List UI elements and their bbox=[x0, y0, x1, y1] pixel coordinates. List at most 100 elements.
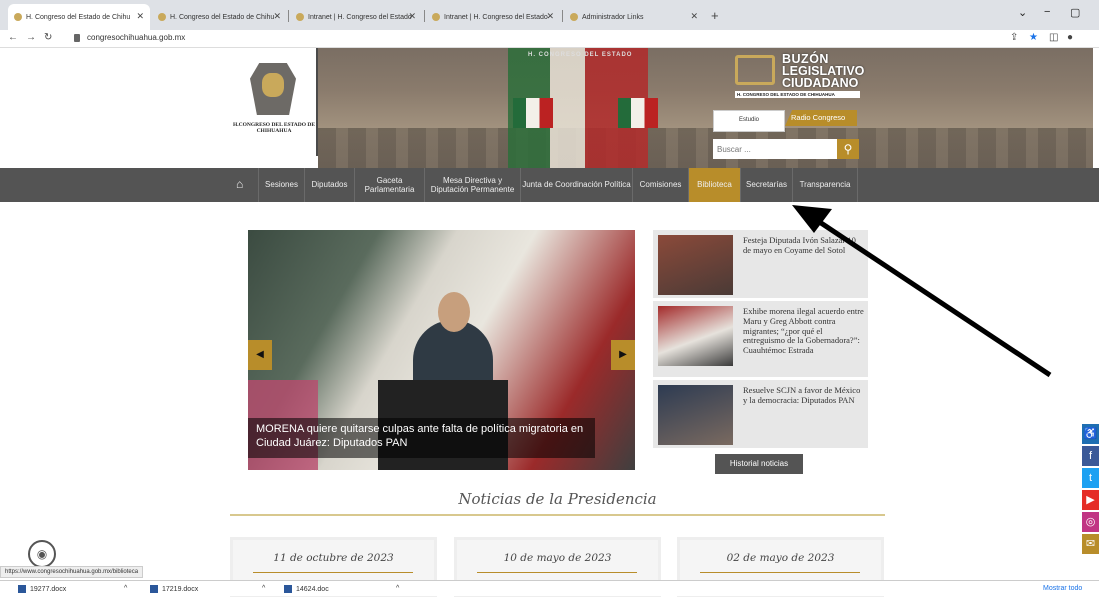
tab-label: H. Congreso del Estado de Chihu bbox=[26, 13, 131, 21]
annotation-arrow-icon bbox=[792, 205, 1052, 378]
sidebar-icon[interactable]: ◫ bbox=[1049, 32, 1058, 43]
slider-next-button[interactable]: ▶ bbox=[611, 340, 635, 370]
news-item[interactable]: Resuelve SCJN a favor de México y la dem… bbox=[653, 380, 868, 448]
instagram-icon[interactable]: ◎ bbox=[1082, 512, 1099, 532]
browser-tab[interactable]: Intranet | H. Congreso del Estado ✕ bbox=[290, 4, 422, 30]
share-icon[interactable]: ⇪ bbox=[1010, 32, 1018, 43]
logo-text: H.CONGRESO DEL ESTADO DE CHIHUAHUA bbox=[232, 122, 316, 135]
header-photo-seats bbox=[318, 128, 1093, 168]
envelope-icon bbox=[735, 55, 775, 85]
card-date: 11 de octubre de 2023 bbox=[273, 552, 394, 564]
browser-tab-strip: H. Congreso del Estado de Chihu ✕ H. Con… bbox=[0, 0, 1099, 30]
news-thumbnail bbox=[658, 235, 733, 295]
twitter-icon[interactable]: t bbox=[1082, 468, 1099, 488]
download-item[interactable]: 14624.doc bbox=[284, 585, 329, 593]
tab-label: H. Congreso del Estado de Chihu bbox=[170, 13, 275, 21]
close-icon[interactable]: ✕ bbox=[690, 11, 698, 22]
flag-icon bbox=[618, 98, 658, 128]
nav-item-gaceta[interactable]: Gaceta Parlamentaria bbox=[354, 168, 424, 202]
nav-item-secretarias[interactable]: Secretarías bbox=[740, 168, 792, 202]
tab-label: Intranet | H. Congreso del Estado bbox=[444, 13, 548, 21]
home-icon[interactable]: ⌂ bbox=[236, 177, 243, 191]
youtube-icon[interactable]: ▶ bbox=[1082, 490, 1099, 510]
radio-label: Radio Congreso bbox=[785, 110, 857, 126]
search-icon[interactable]: ⚲ bbox=[837, 139, 859, 159]
nav-item-sesiones[interactable]: Sesiones bbox=[258, 168, 304, 202]
maximize-icon[interactable]: ▢ bbox=[1070, 6, 1080, 19]
word-file-icon bbox=[284, 585, 292, 593]
browser-tab[interactable]: H. Congreso del Estado de Chihu ✕ bbox=[152, 4, 287, 30]
header-banner-text: H. CONGRESO DEL ESTADO bbox=[528, 52, 633, 58]
url-text[interactable]: congresochihuahua.gob.mx bbox=[87, 33, 185, 42]
download-item[interactable]: 19277.docx bbox=[18, 585, 66, 593]
facebook-icon[interactable]: f bbox=[1082, 446, 1099, 466]
tab-label: Administrador Links bbox=[582, 13, 644, 21]
chevron-up-icon[interactable]: ^ bbox=[262, 585, 265, 592]
search-input[interactable] bbox=[713, 139, 837, 159]
nav-item-diputados[interactable]: Diputados bbox=[304, 168, 354, 202]
nav-item-transparencia[interactable]: Transparencia bbox=[792, 168, 858, 202]
bookmark-star-icon[interactable]: ★ bbox=[1029, 32, 1038, 43]
accessibility-icon[interactable]: ♿ bbox=[1082, 424, 1099, 444]
buzon-legislativo-link[interactable]: BUZÓN LEGISLATIVO CIUDADANO H. CONGRESO … bbox=[735, 53, 864, 105]
tab-label: Intranet | H. Congreso del Estado bbox=[308, 13, 412, 21]
nav-item-comisiones[interactable]: Comisiones bbox=[632, 168, 688, 202]
flag-icon bbox=[513, 98, 553, 128]
show-all-downloads-button[interactable]: Mostrar todo bbox=[1043, 585, 1082, 592]
close-icon[interactable]: ✕ bbox=[408, 11, 416, 22]
card-date: 02 de mayo de 2023 bbox=[726, 552, 835, 564]
tab-divider bbox=[288, 10, 289, 22]
word-file-icon bbox=[150, 585, 158, 593]
back-icon[interactable]: ← bbox=[8, 32, 18, 43]
browser-tab[interactable]: Administrador Links ✕ bbox=[564, 4, 704, 30]
download-filename: 19277.docx bbox=[30, 585, 67, 593]
favicon-icon bbox=[432, 13, 440, 21]
favicon-icon bbox=[570, 13, 578, 21]
tab-search-icon[interactable]: ⌄ bbox=[1018, 6, 1027, 19]
new-tab-icon[interactable]: + bbox=[711, 8, 719, 23]
mail-icon[interactable]: ✉ bbox=[1082, 534, 1099, 554]
downloads-bar: 19277.docx ^ 17219.docx ^ 14624.doc ^ Mo… bbox=[0, 580, 1099, 596]
accessibility-widget-icon[interactable]: ◉ bbox=[28, 540, 56, 568]
chevron-up-icon[interactable]: ^ bbox=[396, 585, 399, 592]
lock-icon[interactable] bbox=[74, 34, 80, 42]
radio-congreso-link[interactable]: Estudio Radio Congreso bbox=[713, 110, 857, 132]
close-icon[interactable]: ✕ bbox=[546, 11, 554, 22]
browser-tab[interactable]: Intranet | H. Congreso del Estado ✕ bbox=[426, 4, 560, 30]
card-date: 10 de mayo de 2023 bbox=[503, 552, 612, 564]
shield-icon bbox=[250, 63, 296, 115]
news-thumbnail bbox=[658, 306, 733, 366]
favicon-icon bbox=[296, 13, 304, 21]
profile-icon[interactable]: ● bbox=[1067, 32, 1073, 43]
history-news-button[interactable]: Historial noticias bbox=[715, 454, 803, 474]
slider-prev-button[interactable]: ◀ bbox=[248, 340, 272, 370]
nav-item-mesa-directiva[interactable]: Mesa Directiva y Diputación Permanente bbox=[424, 168, 520, 202]
site-search: ⚲ bbox=[713, 139, 859, 159]
forward-icon[interactable]: → bbox=[26, 32, 36, 43]
close-icon[interactable]: ✕ bbox=[273, 11, 281, 22]
buzon-title-line: CIUDADANO bbox=[782, 76, 859, 90]
divider bbox=[253, 572, 413, 573]
download-item[interactable]: 17219.docx bbox=[150, 585, 198, 593]
slider-caption[interactable]: MORENA quiere quitarse culpas ante falta… bbox=[248, 418, 595, 458]
browser-tab[interactable]: H. Congreso del Estado de Chihu ✕ bbox=[8, 4, 150, 30]
address-bar: ← → ↻ congresochihuahua.gob.mx ⇪ ★ ◫ ● bbox=[0, 30, 1099, 48]
download-filename: 14624.doc bbox=[296, 585, 329, 593]
close-icon[interactable]: ✕ bbox=[136, 11, 144, 22]
divider bbox=[477, 572, 637, 573]
reload-icon[interactable]: ↻ bbox=[44, 32, 52, 43]
radio-wave-icon: Estudio bbox=[713, 110, 785, 132]
download-filename: 17219.docx bbox=[162, 585, 199, 593]
site-logo[interactable]: H.CONGRESO DEL ESTADO DE CHIHUAHUA bbox=[230, 48, 318, 156]
nav-item-junta[interactable]: Junta de Coordinación Política bbox=[520, 168, 632, 202]
presidencia-title: Noticias de la Presidencia bbox=[458, 490, 657, 508]
news-thumbnail bbox=[658, 385, 733, 445]
minimize-icon[interactable]: − bbox=[1044, 6, 1050, 18]
chevron-up-icon[interactable]: ^ bbox=[124, 585, 127, 592]
slider-photo-head bbox=[438, 292, 470, 332]
nav-item-biblioteca[interactable]: Biblioteca bbox=[688, 168, 740, 202]
site-header: H. CONGRESO DEL ESTADO H.CONGRESO DEL ES… bbox=[0, 48, 1099, 168]
news-slider[interactable]: ◀ ▶ MORENA quiere quitarse culpas ante f… bbox=[248, 230, 635, 470]
social-sidebar: ♿ f t ▶ ◎ ✉ bbox=[1082, 424, 1099, 556]
status-url: https://www.congresochihuahua.gob.mx/bib… bbox=[0, 566, 144, 578]
